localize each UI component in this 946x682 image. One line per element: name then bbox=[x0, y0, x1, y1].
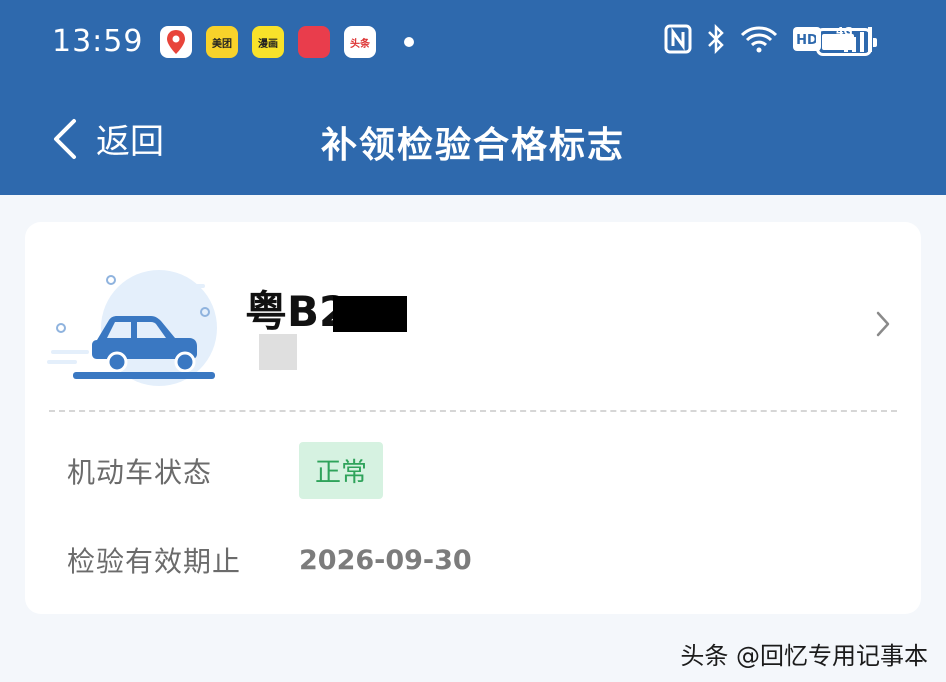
expiry-value: 2026-09-30 bbox=[299, 544, 472, 576]
redaction-block bbox=[333, 296, 407, 332]
status-label: 机动车状态 bbox=[67, 455, 213, 489]
car-icon bbox=[47, 270, 217, 386]
bluetooth-icon bbox=[708, 24, 724, 54]
map-app-icon bbox=[160, 26, 192, 58]
status-row: 机动车状态 正常 bbox=[67, 442, 384, 499]
dashed-divider bbox=[49, 410, 897, 412]
battery-icon bbox=[816, 28, 877, 56]
red-app-icon bbox=[298, 26, 330, 58]
expiry-row: 检验有效期止 2026-09-30 bbox=[67, 540, 472, 580]
meituan-app-label: 美团 bbox=[212, 38, 232, 50]
chevron-right-icon bbox=[876, 311, 890, 337]
manhua-app-label: 漫画 bbox=[258, 38, 278, 50]
nfc-icon bbox=[664, 24, 692, 54]
hd-label: HD bbox=[796, 33, 818, 48]
status-bar: 13:59 美团 漫画 头条 HD 4G bbox=[0, 0, 946, 86]
more-notifications-dot bbox=[404, 37, 414, 47]
wifi-icon bbox=[740, 26, 778, 53]
meituan-app-icon: 美团 bbox=[206, 26, 238, 58]
expiry-label: 检验有效期止 bbox=[67, 545, 242, 578]
battery-level bbox=[822, 34, 854, 50]
notification-icons: 美团 漫画 头条 bbox=[160, 26, 376, 58]
status-time: 13:59 bbox=[52, 24, 144, 59]
vehicle-card: 粤B2 机动车状态 正常 检验有效期止 2026-09-30 bbox=[25, 222, 921, 614]
header-bar: 13:59 美团 漫画 头条 HD 4G 返回 补领检验合格标志 bbox=[0, 0, 946, 195]
vehicle-item[interactable]: 粤B2 bbox=[25, 222, 921, 410]
navigation-bar: 返回 补领检验合格标志 bbox=[0, 86, 946, 195]
page-title: 补领检验合格标志 bbox=[320, 125, 625, 166]
blurred-detail bbox=[259, 334, 297, 370]
watermark: 头条 @回忆专用记事本 bbox=[680, 642, 928, 670]
toutiao-app-icon: 头条 bbox=[344, 26, 376, 58]
toutiao-app-label: 头条 bbox=[350, 38, 370, 50]
manhua-app-icon: 漫画 bbox=[252, 26, 284, 58]
status-badge: 正常 bbox=[299, 442, 384, 499]
